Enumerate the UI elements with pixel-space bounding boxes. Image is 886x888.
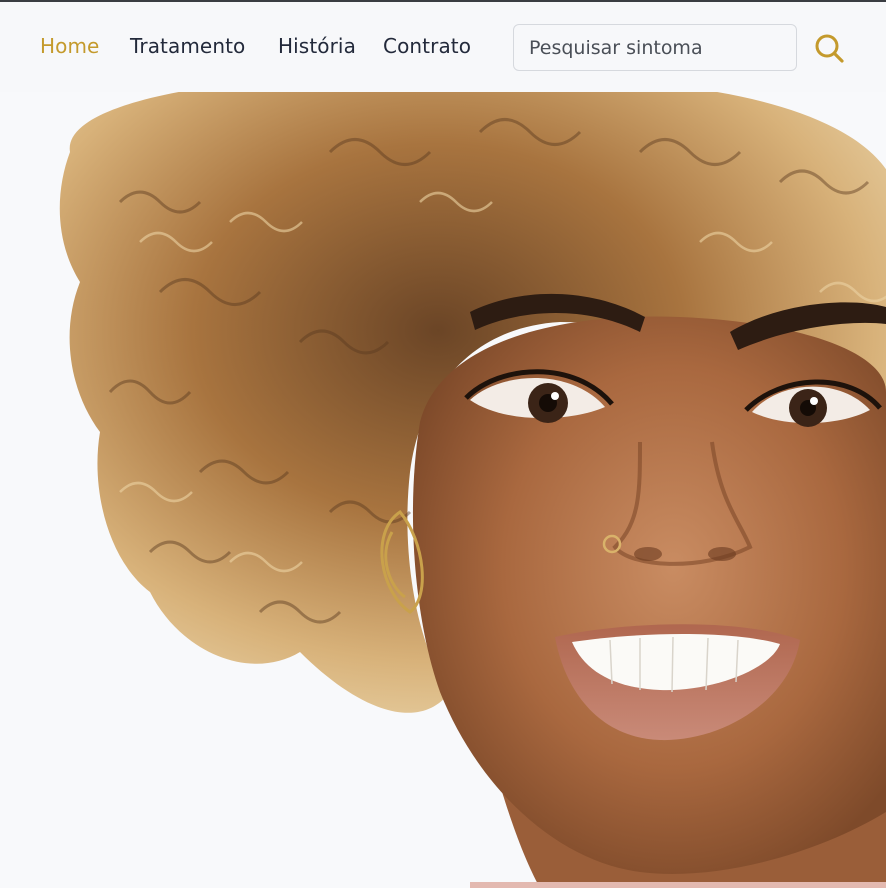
hero-portrait — [0, 92, 886, 888]
nav-link-contrato[interactable]: Contrato — [383, 33, 471, 59]
nav-link-historia[interactable]: História — [278, 33, 356, 59]
search-input[interactable] — [513, 24, 797, 71]
nav-link-tratamento[interactable]: Tratamento — [130, 33, 245, 59]
nav-link-home[interactable]: Home — [40, 33, 99, 59]
search-button[interactable] — [812, 32, 846, 66]
hero-image — [0, 92, 886, 888]
navbar: Home Tratamento História Contrato — [0, 2, 886, 92]
search-icon — [815, 34, 844, 63]
